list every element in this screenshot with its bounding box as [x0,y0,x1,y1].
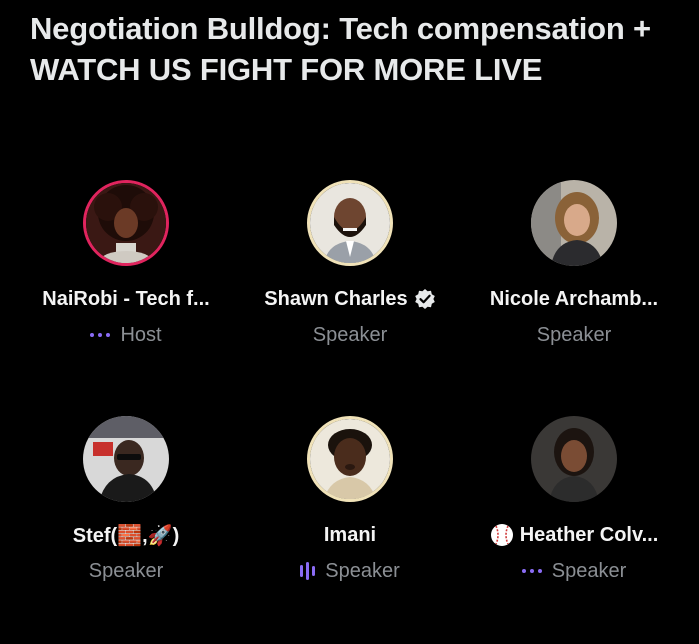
dots-icon [521,569,542,573]
participant-nicole[interactable]: Nicole Archamb... Speaker [462,172,686,408]
dots-icon [90,333,111,337]
participant-role-row: Speaker [300,558,400,584]
speaking-bars-icon [300,562,316,580]
participant-role: Speaker [551,559,627,582]
participant-role: Speaker [88,559,164,582]
avatar-ring [531,416,617,502]
participant-role-row: Speaker [537,322,612,348]
avatar-ring [83,180,169,266]
avatar-ring [307,416,393,502]
participant-heather[interactable]: Heather Colv... Speaker [462,408,686,644]
participant-role: Speaker [536,323,612,346]
participant-role-row: Speaker [89,558,164,584]
participants-grid: NaiRobi - Tech f... Host Shawn Charles S… [14,172,686,644]
baseball-icon [490,523,514,547]
participant-shawn-charles[interactable]: Shawn Charles Speaker [238,172,462,408]
participant-name-row: Stef(🧱,🚀) [73,522,179,548]
participant-name-row: Imani [324,522,376,548]
participant-name: NaiRobi - Tech f... [42,287,210,310]
participant-role: Speaker [312,323,388,346]
participant-nairobi[interactable]: NaiRobi - Tech f... Host [14,172,238,408]
participant-name: Nicole Archamb... [489,287,659,310]
participant-role: Host [120,323,162,346]
avatar-ring [531,180,617,266]
avatar-ring [83,416,169,502]
participant-name-row: Shawn Charles [264,286,435,312]
participant-role: Speaker [325,559,400,582]
participant-role-row: Speaker [313,322,388,348]
participant-imani[interactable]: Imani Speaker [238,408,462,644]
participant-name-row: Heather Colv... [490,522,659,548]
participant-name-row: NaiRobi - Tech f... [42,286,209,312]
space-title: Negotiation Bulldog: Tech compensation +… [30,11,651,87]
verified-badge-icon [414,288,436,310]
avatar-ring [307,180,393,266]
avatar[interactable] [310,183,390,263]
participant-role-row: Speaker [521,558,627,584]
avatar[interactable] [310,419,390,499]
participant-role-row: Host [90,322,162,348]
avatar[interactable] [531,416,617,502]
participant-stef[interactable]: Stef(🧱,🚀) Speaker [14,408,238,644]
participant-name-row: Nicole Archamb... [490,286,658,312]
avatar[interactable] [531,180,617,266]
participant-name: Imani [323,523,377,546]
avatar[interactable] [86,183,166,263]
participant-name: Heather Colv... [519,523,659,546]
participant-name: Stef(🧱,🚀) [72,524,180,547]
participant-name: Shawn Charles [264,287,408,310]
avatar[interactable] [83,416,169,502]
